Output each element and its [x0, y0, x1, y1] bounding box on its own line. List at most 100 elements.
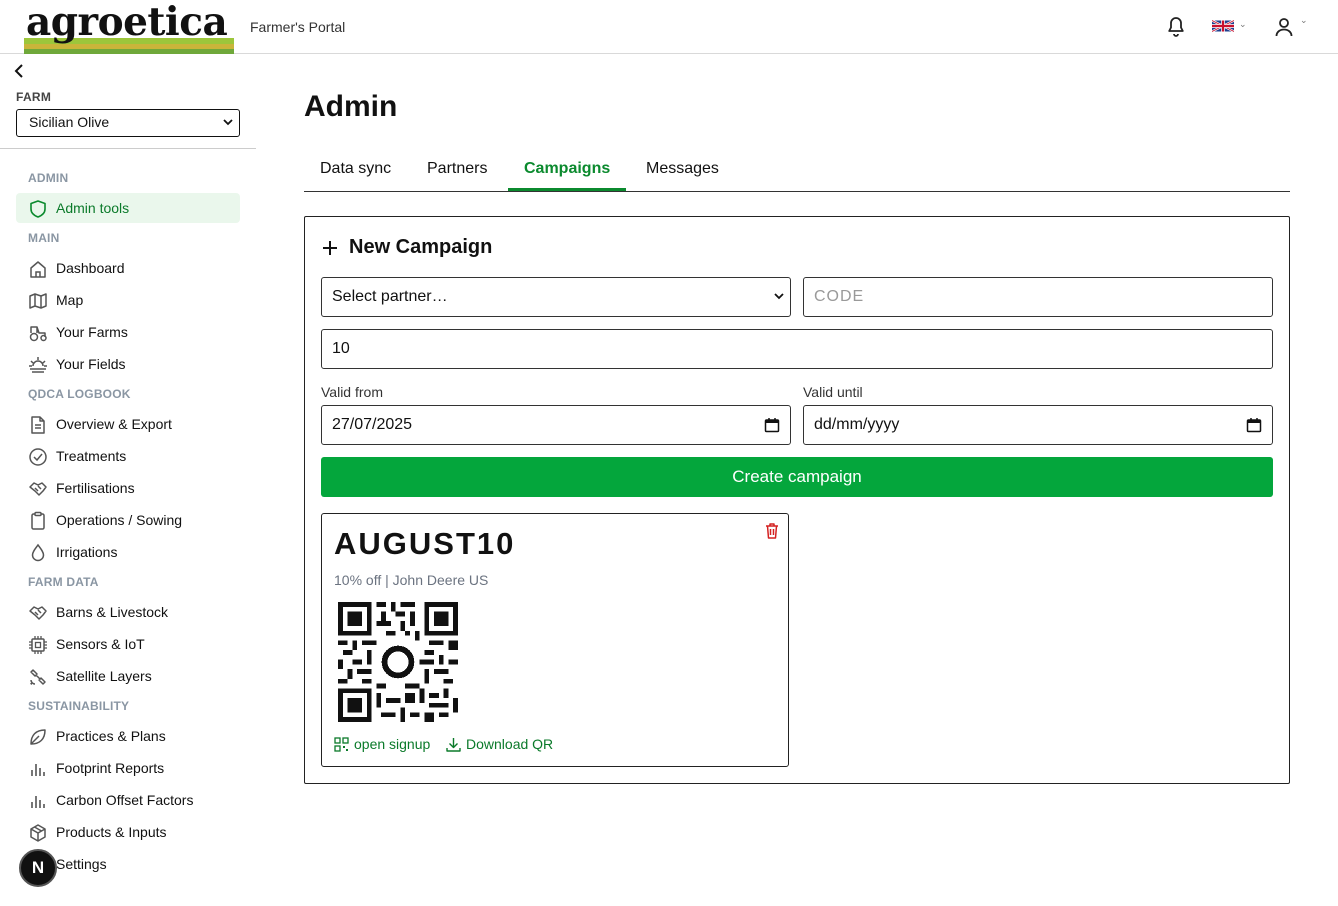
leaf-icon: [30, 729, 46, 745]
bar-chart-icon: [31, 764, 45, 776]
sidebar-item-sensors-iot[interactable]: Sensors & IoT: [16, 629, 240, 659]
sidebar-item-label: Map: [56, 292, 84, 308]
section-label-sustainability: SUSTAINABILITY: [28, 699, 130, 713]
qr-icon: [334, 737, 349, 752]
open-signup-link[interactable]: open signup: [334, 736, 430, 752]
sidebar-item-products-inputs[interactable]: Products & Inputs: [16, 817, 240, 847]
sidebar-item-barns-livestock[interactable]: Barns & Livestock: [16, 597, 240, 627]
satellite-icon: [30, 669, 46, 685]
download-icon: [446, 738, 461, 752]
admin-tabs: Data sync Partners Campaigns Messages: [304, 150, 1290, 192]
section-label-admin: ADMIN: [28, 171, 69, 185]
calendar-icon[interactable]: [764, 417, 780, 433]
sidebar-divider: [0, 148, 256, 149]
user-icon: [1275, 18, 1293, 37]
sidebar-item-admin-tools[interactable]: Admin tools: [16, 193, 240, 223]
sidebar-item-label: Overview & Export: [56, 416, 172, 432]
farm-select[interactable]: Sicilian Olive: [16, 109, 240, 137]
check-circle-icon: [29, 448, 47, 466]
open-signup-label: open signup: [354, 736, 431, 752]
new-campaign-title: New Campaign: [349, 236, 493, 258]
sidebar-item-overview-export[interactable]: Overview & Export: [16, 409, 240, 439]
section-label-farm-data: FARM DATA: [28, 575, 99, 589]
delete-campaign-button[interactable]: [764, 522, 780, 545]
sidebar: FARM Sicilian Olive ADMIN Admin tools MA…: [0, 55, 256, 906]
handshake-icon: [29, 482, 47, 496]
create-campaign-button[interactable]: Create campaign: [321, 457, 1273, 497]
campaign-card: AUGUST10 10% off | John Deere US open si…: [321, 513, 789, 767]
logo-text: agroetica: [26, 0, 228, 45]
sunrise-field-icon: [29, 357, 47, 373]
valid-until-value: dd/mm/yyyy: [814, 416, 900, 433]
new-campaign-card: New Campaign Select partner… CODE 10 Val…: [304, 216, 1290, 784]
shield-icon: [30, 200, 46, 218]
home-icon: [30, 261, 46, 278]
download-qr-label: Download QR: [466, 736, 554, 752]
uk-flag-icon: [1211, 19, 1235, 33]
sidebar-item-treatments[interactable]: Treatments: [16, 441, 240, 471]
sidebar-item-label: Treatments: [56, 448, 127, 464]
qr-code: [338, 602, 458, 722]
valid-from-label: Valid from: [321, 384, 383, 400]
section-label-qdca-logbook: QDCA LOGBOOK: [28, 387, 131, 401]
farm-label: FARM: [16, 90, 52, 104]
user-menu-button[interactable]: ⌄: [1274, 15, 1308, 42]
chevron-down-icon: ⌄: [1239, 19, 1247, 29]
sidebar-item-label: Sensors & IoT: [56, 636, 145, 652]
download-qr-link[interactable]: Download QR: [446, 736, 553, 752]
partner-select[interactable]: Select partner…: [321, 277, 791, 317]
section-label-main: MAIN: [28, 231, 60, 245]
partner-select-value: Select partner…: [332, 288, 448, 305]
sidebar-item-operations-sowing[interactable]: Operations / Sowing: [16, 505, 240, 535]
sidebar-item-label: Admin tools: [56, 200, 130, 216]
sidebar-item-carbon-offset-factors[interactable]: Carbon Offset Factors: [16, 785, 240, 815]
dev-tools-badge[interactable]: N: [19, 849, 57, 887]
tab-partners[interactable]: Partners: [411, 150, 503, 191]
language-flag-button[interactable]: ⌄: [1211, 19, 1247, 38]
droplet-icon: [31, 543, 45, 562]
discount-input[interactable]: 10: [321, 329, 1273, 369]
sidebar-item-fertilisations[interactable]: Fertilisations: [16, 473, 240, 503]
valid-from-date-input[interactable]: 27/07/2025: [321, 405, 791, 445]
sidebar-item-your-fields[interactable]: Your Fields: [16, 349, 240, 379]
sidebar-item-dashboard[interactable]: Dashboard: [16, 253, 240, 283]
new-campaign-heading: New Campaign: [321, 236, 492, 259]
sidebar-item-footprint-reports[interactable]: Footprint Reports: [16, 753, 240, 783]
document-icon: [31, 416, 45, 434]
trash-icon: [766, 523, 778, 539]
sidebar-item-label: Operations / Sowing: [56, 512, 183, 528]
handshake-icon: [29, 606, 47, 620]
tab-campaigns[interactable]: Campaigns: [508, 150, 627, 191]
sidebar-item-label: Irrigations: [56, 544, 118, 560]
chevron-down-icon: [223, 119, 233, 126]
sidebar-item-label: Satellite Layers: [56, 668, 152, 684]
sidebar-item-label: Dashboard: [56, 260, 125, 276]
tab-messages[interactable]: Messages: [630, 150, 735, 191]
portal-title: Farmer's Portal: [250, 19, 346, 35]
calendar-icon[interactable]: [1246, 417, 1262, 433]
code-input-placeholder: CODE: [814, 288, 865, 305]
sidebar-item-practices-plans[interactable]: Practices & Plans: [16, 721, 240, 751]
chevron-left-icon: [14, 64, 23, 78]
map-icon: [29, 293, 47, 309]
tractor-icon: [29, 326, 47, 342]
tab-data-sync[interactable]: Data sync: [304, 150, 407, 191]
package-icon: [30, 824, 46, 842]
valid-until-date-input[interactable]: dd/mm/yyyy: [803, 405, 1273, 445]
valid-until-label: Valid until: [803, 384, 863, 400]
sidebar-item-your-farms[interactable]: Your Farms: [16, 317, 240, 347]
agroetica-logo[interactable]: agroetica: [24, 0, 234, 54]
code-input[interactable]: CODE: [803, 277, 1273, 317]
bell-icon[interactable]: [1166, 16, 1186, 43]
farm-select-value: Sicilian Olive: [29, 114, 110, 130]
sidebar-item-label: Your Farms: [56, 324, 128, 340]
sidebar-item-label: Products & Inputs: [56, 824, 167, 840]
discount-input-value: 10: [332, 340, 350, 357]
collapse-sidebar-button[interactable]: [12, 63, 28, 81]
sidebar-item-satellite-layers[interactable]: Satellite Layers: [16, 661, 240, 691]
sidebar-item-label: Footprint Reports: [56, 760, 165, 776]
sidebar-item-label: Carbon Offset Factors: [56, 792, 194, 808]
chevron-down-icon: [774, 293, 784, 300]
sidebar-item-map[interactable]: Map: [16, 285, 240, 315]
sidebar-item-irrigations[interactable]: Irrigations: [16, 537, 240, 567]
